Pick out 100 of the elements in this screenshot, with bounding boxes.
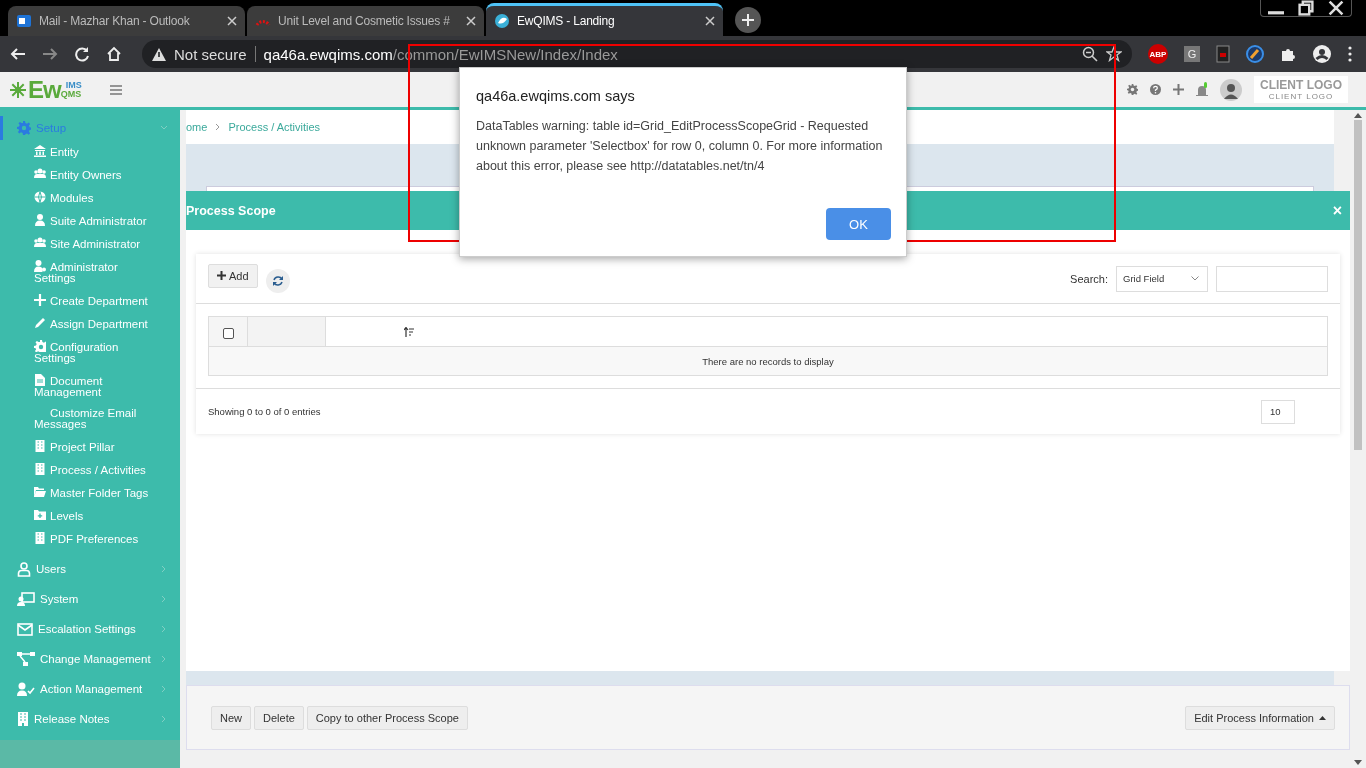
submenu-item[interactable]: Administrator Settings (0, 255, 158, 289)
sidebar-item[interactable]: Change Management (0, 644, 180, 674)
zoom-out-icon[interactable] (1082, 46, 1098, 62)
scroll-up-icon[interactable] (1354, 113, 1362, 118)
brush-icon[interactable] (1246, 45, 1264, 63)
sidebar-item[interactable]: Release Notes (0, 704, 180, 734)
close-icon[interactable] (227, 16, 237, 26)
refresh-button[interactable] (265, 268, 290, 293)
action-button[interactable]: Delete (254, 705, 304, 730)
action-button[interactable]: Copy to other Process Scope (306, 705, 468, 730)
ok-button[interactable]: OK (826, 208, 891, 240)
warning-icon (152, 47, 166, 61)
sort-icon[interactable] (404, 326, 414, 337)
close-icon[interactable] (466, 16, 476, 26)
users-icon (34, 168, 46, 180)
reload-icon[interactable] (74, 46, 90, 62)
document-icon[interactable] (1216, 45, 1230, 63)
extension-button[interactable]: G (1184, 46, 1200, 62)
edit-process-link[interactable]: Edit Process Information (1185, 705, 1335, 730)
users-icon (34, 237, 46, 249)
hierarchy-icon (17, 652, 35, 666)
sidebar-item[interactable]: Escalation Settings (0, 614, 180, 644)
plus-icon[interactable] (1173, 84, 1184, 95)
globe-icon (34, 191, 46, 203)
submenu-item[interactable]: Document Management (0, 369, 158, 403)
forward-arrow-icon[interactable] (42, 46, 58, 62)
modal-title: Process Scope (186, 203, 276, 218)
breadcrumb-link[interactable]: ome (186, 121, 208, 133)
avatar-icon[interactable] (1220, 78, 1242, 101)
star-icon[interactable] (1106, 46, 1122, 62)
presenter-icon (17, 591, 35, 607)
breadcrumb-link[interactable]: Process / Activities (228, 121, 321, 133)
building-icon (34, 440, 46, 452)
submenu-item[interactable]: Configuration Settings (0, 335, 158, 369)
submenu-item[interactable]: PDF Preferences (0, 527, 158, 550)
browser-tab[interactable]: EwQIMS - Landing (486, 3, 723, 36)
dialog-message: DataTables warning: table id=Grid_EditProcessScopeGrid - Requested unknown parameter 'Selectbox' for row 0, column 0. For more information about this error, please see http://datatables.net/tn/4 (476, 118, 884, 175)
search-field[interactable] (1216, 265, 1328, 292)
submenu-item[interactable]: Modules (0, 186, 158, 209)
logo-tagline: CLIENT LOGO (1268, 92, 1334, 101)
account-icon[interactable] (1312, 44, 1332, 64)
submenu-item[interactable]: Project Pillar (0, 435, 158, 458)
envelope-icon (16, 13, 32, 29)
home-icon[interactable] (106, 46, 122, 62)
add-button[interactable]: Add (208, 263, 258, 288)
chevron-right-icon (160, 715, 168, 723)
select-all-checkbox[interactable] (222, 327, 234, 339)
folder-plus-icon (34, 509, 46, 521)
chevron-right-icon (160, 685, 168, 693)
logo-text: Ew (28, 75, 61, 104)
pencil-icon (34, 317, 46, 329)
submenu-item[interactable]: Assign Department (0, 312, 158, 335)
user-icon (34, 214, 46, 226)
sidebar-item[interactable]: Action Management (0, 674, 180, 704)
close-icon[interactable] (705, 16, 715, 26)
puzzle-icon[interactable] (1280, 46, 1296, 62)
bank-icon (34, 145, 46, 157)
browser-tab[interactable]: Unit Level and Cosmetic Issues # (247, 6, 484, 36)
back-arrow-icon[interactable] (10, 46, 26, 62)
notification-bell-icon[interactable] (1196, 81, 1208, 98)
settings-icon[interactable] (1127, 84, 1138, 95)
help-icon[interactable] (1150, 84, 1161, 95)
building-icon (17, 712, 29, 726)
user-check-icon (17, 682, 35, 696)
submenu-item[interactable]: Create Department (0, 289, 158, 312)
submenu-item[interactable]: Site Administrator (0, 232, 158, 255)
new-tab-button[interactable] (735, 7, 761, 33)
scroll-down-icon[interactable] (1354, 760, 1362, 765)
sidebar-item[interactable]: Users (0, 554, 180, 584)
submenu-item[interactable]: Process / Activities (0, 458, 158, 481)
plus-icon (217, 271, 226, 280)
submenu-item[interactable]: Entity Owners (0, 163, 158, 186)
more-vertical-icon[interactable] (1348, 46, 1352, 62)
submenu-item[interactable]: Master Folder Tags (0, 481, 158, 504)
page-size-field[interactable]: 10 (1261, 399, 1295, 424)
chevron-down-icon (160, 124, 168, 132)
building-icon (34, 463, 46, 475)
action-button[interactable]: New (211, 705, 251, 730)
submenu-item[interactable]: Levels (0, 504, 158, 527)
grid-field-dropdown[interactable]: Grid Field (1116, 265, 1208, 292)
logo-text: IMS (65, 80, 82, 90)
submenu-item[interactable]: Customize Email Messages (0, 403, 158, 435)
document-icon (34, 374, 46, 386)
building-icon (34, 532, 46, 544)
gear-icon (17, 121, 31, 135)
folder-icon (34, 486, 46, 498)
gear-icon (34, 340, 46, 352)
sidebar-item[interactable]: System (0, 584, 180, 614)
adblock-extension[interactable]: ABP (1148, 44, 1168, 64)
submenu-item[interactable]: Suite Administrator (0, 209, 158, 232)
entries-info: Showing 0 to 0 of 0 entries (208, 406, 321, 417)
menu-icon[interactable] (109, 84, 122, 95)
search-label: Search: (1070, 272, 1108, 285)
plus-icon (34, 294, 46, 306)
submenu-item[interactable]: Entity (0, 140, 158, 163)
chevron-down-icon (1191, 276, 1199, 281)
chevron-right-icon (160, 595, 168, 603)
close-button[interactable]: × (1332, 201, 1342, 220)
browser-tab[interactable]: Mail - Mazhar Khan - Outlook (8, 6, 245, 36)
chevron-right-icon (215, 123, 221, 131)
